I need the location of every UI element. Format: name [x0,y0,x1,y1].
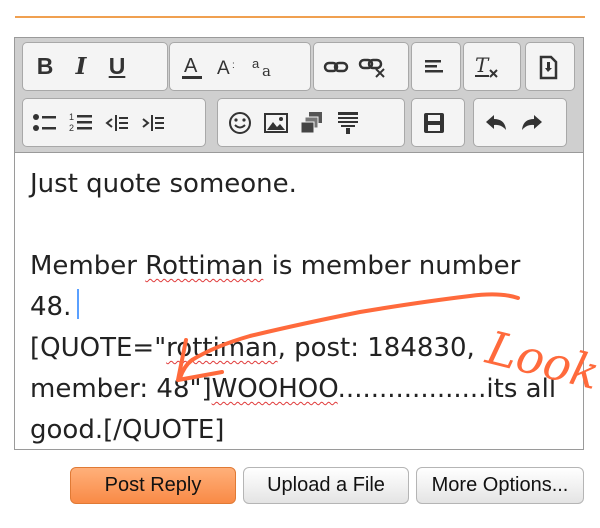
history-group [473,98,567,147]
redo-icon[interactable] [514,104,550,142]
font-size-icon[interactable]: A: [210,48,246,86]
editor-content[interactable]: Just quote someone. Member Rottiman is m… [30,164,578,449]
bullet-list-icon[interactable] [27,104,63,142]
paste-icon[interactable] [530,48,566,86]
text-line: 48. [30,287,578,328]
quote-icon[interactable] [330,104,366,142]
outdent-icon[interactable] [99,104,135,142]
remove-format-icon[interactable]: T [468,48,504,86]
bold-icon[interactable]: B [27,48,63,86]
misspelled-word: Rottiman [145,251,264,281]
upload-file-button[interactable]: Upload a File [243,467,409,504]
header-divider [15,16,585,18]
text-segment: Member [30,251,146,281]
media-icon[interactable] [294,104,330,142]
save-group [411,98,465,147]
smiley-icon[interactable] [222,104,258,142]
undo-icon[interactable] [478,104,514,142]
text-line: [QUOTE="rottiman, post: 184830, [30,328,578,369]
underline-icon[interactable]: U [99,48,135,86]
svg-text:A: A [184,55,198,77]
text-line: member: 48"]WOOHOO..................its … [30,369,578,410]
post-reply-button[interactable]: Post Reply [70,467,236,504]
text-segment: member: 48"] [30,374,212,404]
unlink-icon[interactable] [354,48,390,86]
text-segment: 48. [30,292,72,322]
reply-editor[interactable]: B I U A A: aa T 1 2 Just quote someone. … [14,37,584,450]
text-line: Just quote someone. [30,169,297,199]
misspelled-word: WOOHOO [211,374,338,404]
editor-toolbar: B I U A A: aa T 1 2 [15,38,583,153]
paste-group [525,42,575,91]
more-options-button[interactable]: More Options... [416,467,584,504]
font-color-icon[interactable]: A [174,48,210,86]
image-icon[interactable] [258,104,294,142]
font-group: A A: aa [169,42,311,91]
svg-text:2: 2 [69,123,74,133]
numbered-list-icon[interactable]: 12 [63,104,99,142]
font-family-icon[interactable]: aa [246,48,282,86]
italic-icon[interactable]: I [63,48,99,86]
list-group: 12 [22,98,206,147]
svg-text:A: A [217,58,230,79]
svg-text::: : [232,60,235,71]
text-segment: , post: 184830, [277,333,475,363]
format-group: T [463,42,521,91]
save-draft-icon[interactable] [416,104,452,142]
text-caret [77,289,80,319]
insert-group [217,98,405,147]
link-group [313,42,409,91]
misspelled-word: rottiman [166,333,278,363]
text-line: good.[/QUOTE] [30,415,225,445]
align-group [411,42,461,91]
link-icon[interactable] [318,48,354,86]
text-segment: ..................its all [337,374,557,404]
indent-icon[interactable] [135,104,171,142]
svg-text:1: 1 [69,112,74,122]
align-icon[interactable] [416,48,452,86]
svg-text:a: a [252,56,260,71]
text-style-group: B I U [22,42,168,91]
action-bar: Post Reply Upload a File More Options... [0,467,600,507]
svg-text:T: T [475,54,490,77]
text-segment: [QUOTE=" [30,333,167,363]
text-segment: is member number [263,251,521,281]
text-line: Member Rottiman is member number [30,246,578,287]
svg-text:a: a [262,62,271,80]
